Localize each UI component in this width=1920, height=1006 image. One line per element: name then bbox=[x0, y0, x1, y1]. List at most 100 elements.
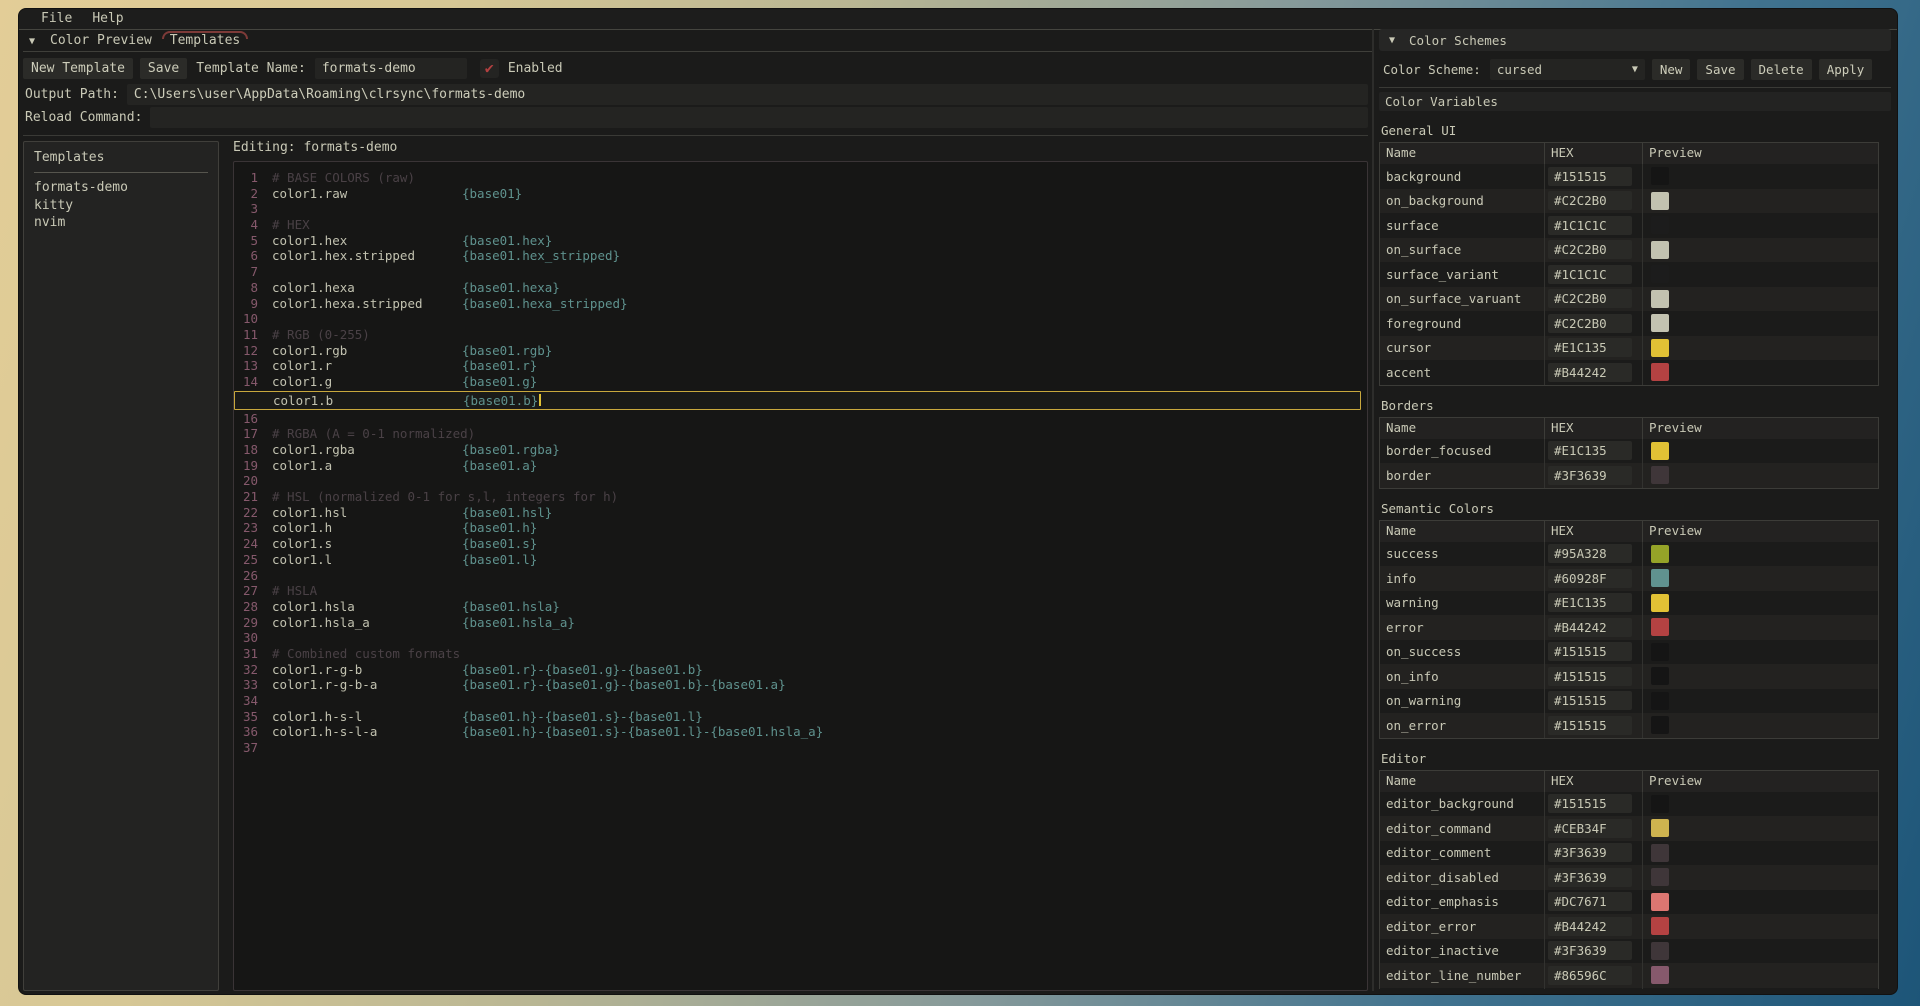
table-row: on_warning#151515 bbox=[1380, 689, 1878, 714]
hex-input[interactable]: #C2C2B0 bbox=[1548, 314, 1632, 333]
color-swatch[interactable] bbox=[1651, 167, 1669, 185]
code-line: 36color1.h-s-l-a{base01.h}-{base01.s}-{b… bbox=[234, 724, 1367, 740]
save-template-button[interactable]: Save bbox=[140, 58, 187, 79]
hex-input[interactable]: #86596C bbox=[1548, 966, 1632, 985]
tab-color-preview[interactable]: Color Preview bbox=[41, 31, 161, 52]
hex-input[interactable]: #E1C135 bbox=[1548, 338, 1632, 357]
color-swatch[interactable] bbox=[1651, 844, 1669, 862]
hex-input[interactable]: #151515 bbox=[1548, 167, 1632, 186]
enabled-checkbox[interactable]: ✔ bbox=[480, 59, 499, 78]
color-swatch[interactable] bbox=[1651, 618, 1669, 636]
hex-input[interactable]: #E1C135 bbox=[1548, 593, 1632, 612]
variable-name: border bbox=[1380, 468, 1544, 483]
text-cursor bbox=[539, 394, 541, 406]
color-swatch[interactable] bbox=[1651, 466, 1669, 484]
hex-input[interactable]: #DC7671 bbox=[1548, 892, 1632, 911]
window-collapse-icon[interactable]: ▼ bbox=[29, 36, 35, 47]
hex-input[interactable]: #3F3639 bbox=[1548, 466, 1632, 485]
hex-input[interactable]: #3F3639 bbox=[1548, 941, 1632, 960]
color-swatch[interactable] bbox=[1651, 667, 1669, 685]
color-swatch[interactable] bbox=[1651, 819, 1669, 837]
color-schemes-header[interactable]: ▼ Color Schemes bbox=[1379, 29, 1891, 51]
new-scheme-button[interactable]: New bbox=[1652, 59, 1691, 80]
hex-input[interactable]: #151515 bbox=[1548, 794, 1632, 813]
active-line-input[interactable]: color1.b{base01.b} bbox=[234, 391, 1361, 410]
variable-name: editor_error bbox=[1380, 919, 1544, 934]
hex-input[interactable]: #C2C2B0 bbox=[1548, 191, 1632, 210]
color-swatch[interactable] bbox=[1651, 594, 1669, 612]
color-swatch[interactable] bbox=[1651, 692, 1669, 710]
line-number: 7 bbox=[234, 264, 272, 280]
section-title[interactable]: Editor bbox=[1379, 750, 1891, 768]
hex-input[interactable]: #B44242 bbox=[1548, 363, 1632, 382]
new-template-button[interactable]: New Template bbox=[23, 58, 133, 79]
color-swatch[interactable] bbox=[1651, 868, 1669, 886]
color-swatch[interactable] bbox=[1651, 545, 1669, 563]
color-scheme-label: Color Scheme: bbox=[1381, 62, 1483, 77]
line-number: 25 bbox=[234, 552, 272, 568]
color-swatch[interactable] bbox=[1651, 290, 1669, 308]
menu-item-help[interactable]: Help bbox=[82, 9, 133, 30]
color-swatch[interactable] bbox=[1651, 339, 1669, 357]
template-name-input[interactable]: formats-demo bbox=[315, 58, 467, 79]
color-swatch[interactable] bbox=[1651, 942, 1669, 960]
color-variables-header[interactable]: Color Variables bbox=[1379, 92, 1891, 111]
panel-divider[interactable] bbox=[1372, 29, 1374, 991]
hex-input[interactable]: #B44242 bbox=[1548, 917, 1632, 936]
section-title[interactable]: Borders bbox=[1379, 397, 1891, 415]
hex-input[interactable]: #1C1C1C bbox=[1548, 265, 1632, 284]
line-number: 18 bbox=[234, 442, 272, 458]
hex-input[interactable]: #3F3639 bbox=[1548, 843, 1632, 862]
color-swatch[interactable] bbox=[1651, 314, 1669, 332]
hex-input[interactable]: #151515 bbox=[1548, 716, 1632, 735]
color-swatch[interactable] bbox=[1651, 265, 1669, 283]
color-swatch[interactable] bbox=[1651, 569, 1669, 587]
color-swatch[interactable] bbox=[1651, 216, 1669, 234]
hex-input[interactable]: #1C1C1C bbox=[1548, 216, 1632, 235]
column-header: Name bbox=[1380, 771, 1544, 792]
color-swatch[interactable] bbox=[1651, 917, 1669, 935]
column-header: Preview bbox=[1642, 771, 1878, 792]
template-list-item[interactable]: kitty bbox=[34, 197, 208, 215]
color-swatch[interactable] bbox=[1651, 192, 1669, 210]
color-swatch[interactable] bbox=[1651, 716, 1669, 734]
hex-input[interactable]: #B44242 bbox=[1548, 618, 1632, 637]
color-swatch[interactable] bbox=[1651, 241, 1669, 259]
variable-name: background bbox=[1380, 169, 1544, 184]
template-list-item[interactable]: nvim bbox=[34, 214, 208, 232]
hex-input[interactable]: #151515 bbox=[1548, 667, 1632, 686]
color-swatch[interactable] bbox=[1651, 442, 1669, 460]
preview-cell bbox=[1642, 792, 1878, 817]
color-swatch[interactable] bbox=[1651, 795, 1669, 813]
section-title[interactable]: Semantic Colors bbox=[1379, 500, 1891, 518]
hex-input[interactable]: #151515 bbox=[1548, 691, 1632, 710]
template-list-item[interactable]: formats-demo bbox=[34, 179, 208, 197]
hex-input[interactable]: #60928F bbox=[1548, 569, 1632, 588]
hex-input[interactable]: #E1C135 bbox=[1548, 441, 1632, 460]
menu-item-file[interactable]: File bbox=[31, 9, 82, 30]
hex-input[interactable]: #3F3639 bbox=[1548, 868, 1632, 887]
column-header: HEX bbox=[1544, 418, 1642, 439]
format-value: {base01.r}-{base01.g}-{base01.b}-{base01… bbox=[462, 677, 786, 693]
tab-templates[interactable]: Templates bbox=[161, 31, 249, 52]
hex-input[interactable]: #151515 bbox=[1548, 642, 1632, 661]
output-path-input[interactable]: C:\Users\user\AppData\Roaming\clrsync\fo… bbox=[127, 84, 1368, 105]
color-swatch[interactable] bbox=[1651, 966, 1669, 984]
template-editor[interactable]: 1# BASE COLORS (raw)2color1.raw{base01}3… bbox=[233, 161, 1368, 991]
hex-input[interactable]: #CEB34F bbox=[1548, 819, 1632, 838]
apply-scheme-button[interactable]: Apply bbox=[1819, 59, 1873, 80]
reload-command-row: Reload Command: bbox=[23, 107, 1368, 128]
hex-input[interactable]: #C2C2B0 bbox=[1548, 240, 1632, 259]
color-swatch[interactable] bbox=[1651, 363, 1669, 381]
hex-input[interactable]: #C2C2B0 bbox=[1548, 289, 1632, 308]
color-swatch[interactable] bbox=[1651, 893, 1669, 911]
save-scheme-button[interactable]: Save bbox=[1697, 59, 1743, 80]
color-swatch[interactable] bbox=[1651, 643, 1669, 661]
reload-command-input[interactable] bbox=[150, 107, 1368, 128]
hex-cell: #60928F bbox=[1544, 566, 1642, 591]
section-title[interactable]: General UI bbox=[1379, 122, 1891, 140]
hex-input[interactable]: #95A328 bbox=[1548, 544, 1632, 563]
color-scheme-combo[interactable]: cursed ▼ bbox=[1490, 59, 1645, 80]
table-row: border_focused#E1C135 bbox=[1380, 439, 1878, 464]
delete-scheme-button[interactable]: Delete bbox=[1751, 59, 1812, 80]
